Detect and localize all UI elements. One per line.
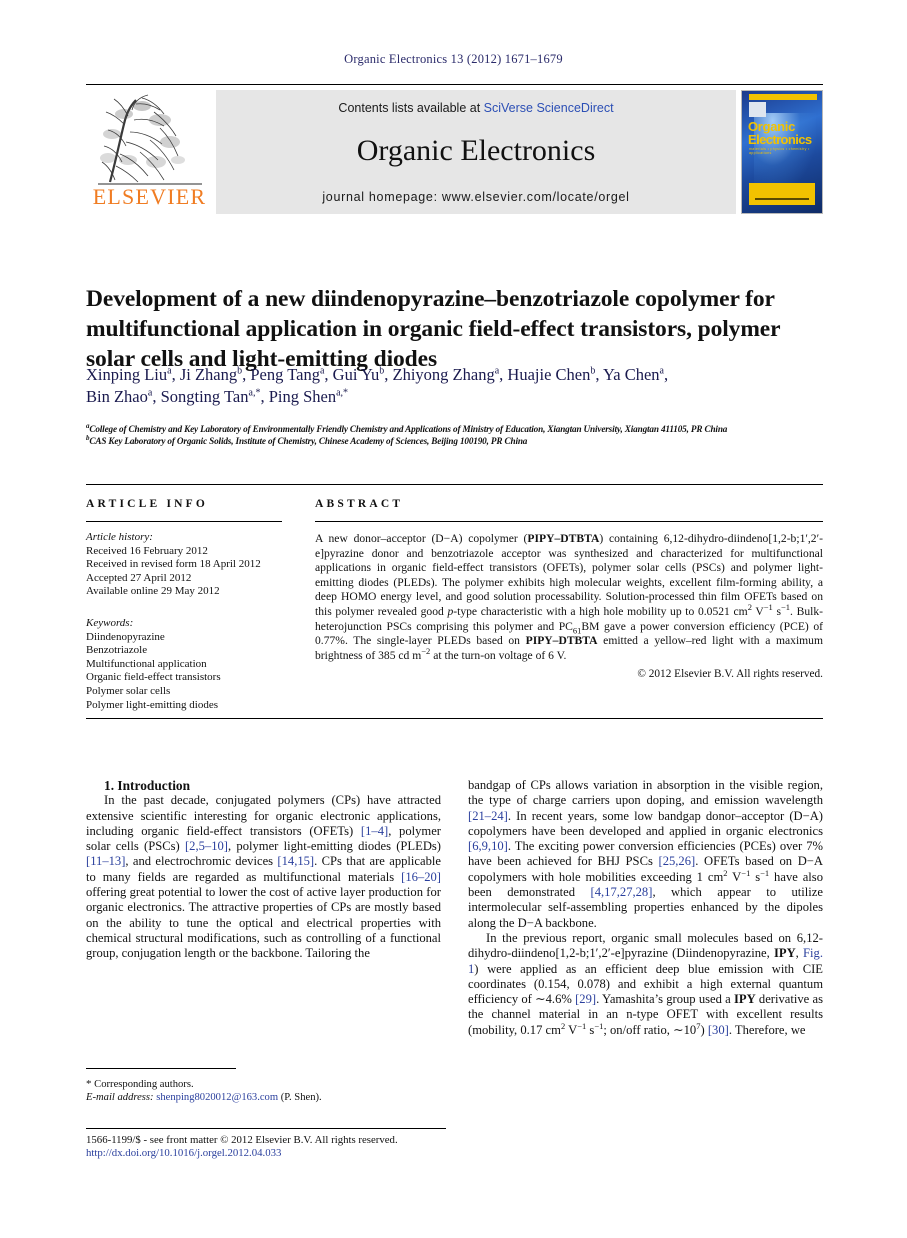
article-history-label: Article history: (86, 531, 153, 543)
issn-rule (86, 1128, 446, 1129)
info-bottom-rule (86, 718, 823, 719)
author-affil-mark: a,* (248, 387, 261, 399)
author-name: Zhiyong Zhang (392, 365, 495, 384)
body-column-left: 1. Introduction In the past decade, conj… (86, 778, 441, 962)
abstract-text: A new donor–acceptor (D−A) copolymer (PI… (315, 532, 824, 662)
sciencedirect-link[interactable]: SciVerse ScienceDirect (484, 101, 614, 115)
cover-publisher-mark (749, 102, 766, 117)
author-affil-mark: b (237, 365, 243, 377)
keywords-label: Keywords: (86, 616, 134, 629)
author-name: Gui Yu (332, 365, 380, 384)
article-info-heading: ARTICLE INFO (86, 498, 209, 510)
affiliation-item: bCAS Key Laboratory of Organic Solids, I… (86, 434, 826, 448)
section-heading-introduction: 1. Introduction (104, 778, 191, 793)
author-affil-mark: a (167, 365, 172, 377)
author-line-1: Xinping Liua, Ji Zhangb, Peng Tanga, Gui… (86, 365, 669, 384)
author-name: Ji Zhang (179, 365, 238, 384)
affiliation-text: CAS Key Laboratory of Organic Solids, In… (89, 435, 528, 446)
article-info-rule (86, 521, 282, 522)
author-name: Xinping Liu (86, 365, 168, 384)
keyword-item: Multifunctional application (86, 657, 207, 670)
author-list: Xinping Liua, Ji Zhangb, Peng Tanga, Gui… (86, 364, 806, 408)
journal-banner: ELSEVIER Contents lists available at Sci… (86, 90, 823, 214)
abstract-heading: ABSTRACT (315, 498, 404, 510)
author-name: Bin Zhao (86, 387, 148, 406)
journal-title: Organic Electronics (356, 134, 596, 167)
footnote-rule (86, 1068, 236, 1069)
abstract-column: ABSTRACT A new donor–acceptor (D−A) copo… (315, 498, 823, 680)
cover-bottom-bar (749, 183, 815, 205)
elsevier-logo: ELSEVIER (86, 90, 213, 214)
banner-top-rule (86, 84, 823, 85)
corresponding-author-note: * Corresponding authors. (86, 1078, 446, 1091)
author-affil-mark: b (379, 365, 385, 377)
author-affil-mark: b (590, 365, 596, 377)
doi-link[interactable]: http://dx.doi.org/10.1016/j.orgel.2012.0… (86, 1147, 281, 1159)
affiliation-text: College of Chemistry and Key Laboratory … (89, 424, 728, 434)
corresponding-author-text: Corresponding authors. (94, 1079, 194, 1090)
cover-bottom-line (755, 198, 809, 200)
cover-subtitle: materials • physics • chemistry • applic… (749, 147, 810, 155)
author-affil-mark: a,* (336, 387, 349, 399)
body-paragraph: In the previous report, organic small mo… (468, 930, 823, 1037)
history-item: Available online 29 May 2012 (86, 585, 220, 598)
affiliation-list: aCollege of Chemistry and Key Laboratory… (86, 422, 826, 448)
keywords-block: Keywords: Diindenopyrazine Benzotriazole… (86, 617, 282, 712)
keyword-item: Benzotriazole (86, 644, 148, 657)
author-line-2: Bin Zhaoa, Songting Tana,*, Ping Shena,* (86, 387, 349, 406)
issn-line: 1566-1199/$ - see front matter © 2012 El… (86, 1134, 398, 1146)
info-top-rule (86, 484, 823, 485)
issn-block: 1566-1199/$ - see front matter © 2012 El… (86, 1134, 486, 1161)
author-affil-mark: a (319, 365, 325, 377)
email-label: E-mail address: (86, 1092, 154, 1104)
body-paragraph: bandgap of CPs allows variation in absor… (468, 778, 824, 930)
asterisk-marker: * (86, 1078, 92, 1090)
author-name: Ping Shen (268, 387, 337, 406)
running-head: Organic Electronics 13 (2012) 1671–1679 (344, 52, 563, 66)
author-name: Songting Tan (160, 387, 249, 406)
email-link[interactable]: shenping8020012@163.com (156, 1092, 278, 1103)
elsevier-tree-icon (98, 94, 202, 185)
author-name: Huajie Chen (507, 365, 591, 384)
email-owner: (P. Shen). (280, 1092, 322, 1104)
keyword-item: Organic field-effect transistors (86, 671, 221, 684)
author-affil-mark: a (494, 365, 500, 377)
banner-center-panel: Contents lists available at SciVerse Sci… (216, 90, 736, 214)
elsevier-wordmark: ELSEVIER (92, 184, 207, 209)
journal-homepage-line[interactable]: journal homepage: www.elsevier.com/locat… (216, 190, 736, 204)
keyword-item: Polymer light-emitting diodes (86, 698, 218, 711)
author-name: Peng Tang (250, 365, 320, 384)
abstract-copyright: © 2012 Elsevier B.V. All rights reserved… (637, 668, 823, 681)
author-affil-mark: a (147, 387, 153, 399)
article-info-column: ARTICLE INFO Article history: Received 1… (86, 498, 282, 712)
article-history-block: Article history: Received 16 February 20… (86, 531, 282, 599)
journal-cover-thumbnail[interactable]: Organic Electronics materials • physics … (741, 90, 823, 214)
body-column-right: bandgap of CPs allows variation in absor… (468, 778, 823, 1038)
author-affil-mark: a (659, 365, 664, 377)
abstract-rule (315, 521, 823, 522)
body-paragraph: In the past decade, conjugated polymers … (86, 793, 442, 961)
contents-prefix: Contents lists available at (338, 101, 484, 115)
history-item: Received in revised form 18 April 2012 (86, 558, 261, 571)
history-item: Received 16 February 2012 (86, 544, 208, 557)
cover-top-bar (749, 94, 817, 100)
keyword-item: Polymer solar cells (86, 684, 171, 697)
footnote-block: * Corresponding authors. E-mail address:… (86, 1078, 446, 1104)
contents-available-line: Contents lists available at SciVerse Sci… (216, 101, 736, 115)
author-name: Ya Chen (603, 365, 660, 384)
email-note: E-mail address: shenping8020012@163.com … (86, 1091, 446, 1104)
history-item: Accepted 27 April 2012 (86, 571, 192, 584)
keyword-item: Diindenopyrazine (86, 630, 165, 643)
journal-article-page: Organic Electronics 13 (2012) 1671–1679 (0, 0, 907, 1238)
cover-title-line2: Electronics (748, 132, 812, 147)
article-title: Development of a new diindenopyrazine–be… (86, 285, 781, 372)
affiliation-item: aCollege of Chemistry and Key Laboratory… (86, 422, 826, 436)
